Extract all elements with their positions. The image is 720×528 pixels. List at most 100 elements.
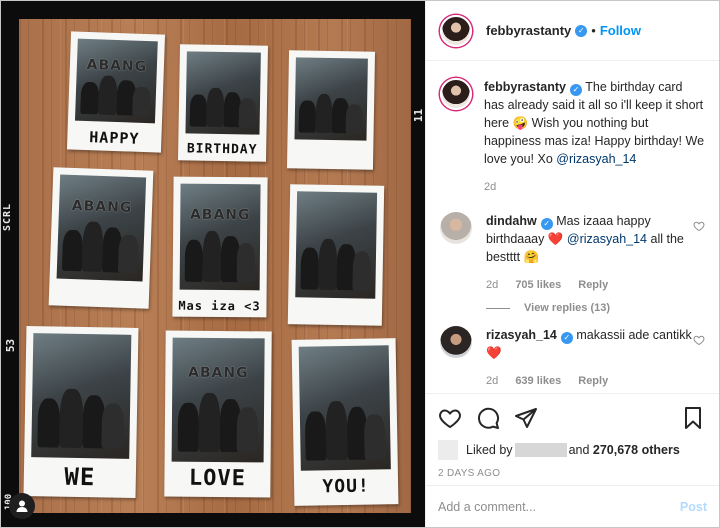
caption-emoji: 🤪	[512, 116, 529, 130]
people-silhouettes	[62, 220, 139, 273]
view-replies-button[interactable]: View replies (13)	[486, 302, 705, 314]
polaroid-4: ABANG	[48, 167, 154, 309]
author-username[interactable]: febbyrastanty	[486, 23, 571, 38]
follow-button[interactable]: Follow	[600, 23, 641, 38]
verified-badge-icon: ✓	[540, 218, 553, 230]
view-replies-label[interactable]: View replies (13)	[524, 302, 610, 314]
polaroid-1: ABANG HAPPY	[66, 31, 166, 153]
comment-like-heart-icon[interactable]	[693, 334, 705, 346]
post-actions: Liked by and 270,678 others 2 DAYS AGO	[426, 393, 719, 479]
comments-list[interactable]: febbyrastanty ✓ The birthday card has alr…	[426, 62, 719, 392]
caption-author-avatar[interactable]	[440, 78, 472, 110]
liked-by-prefix: Liked by	[466, 443, 513, 457]
film-mark-11: 11	[411, 108, 425, 123]
polaroid-caption: BIRTHDAY	[186, 141, 258, 158]
polaroid-7: WE	[23, 326, 139, 498]
liked-by-suffix: and	[568, 443, 590, 457]
verified-badge-icon: ✓	[569, 84, 582, 96]
polaroid-photo: ABANG	[179, 183, 261, 291]
comment-emoji: ❤️	[547, 232, 564, 246]
verified-badge-icon: ✓	[560, 332, 573, 344]
reply-button[interactable]: Reply	[578, 279, 608, 291]
commenter-avatar[interactable]	[440, 326, 472, 358]
caption-username[interactable]: febbyrastanty	[484, 80, 566, 94]
comment-body: rizasyah_14 ✓ makassii ade cantikk ❤️ 2d 6…	[486, 326, 705, 390]
people-silhouettes	[298, 93, 363, 135]
film-mark-53: 53	[4, 338, 18, 353]
comment-username[interactable]: rizasyah_14	[486, 328, 557, 342]
others-likes-link[interactable]: 270,678 others	[593, 443, 680, 457]
comment-emoji-2: 🤗	[523, 250, 540, 264]
bookmark-icon[interactable]	[681, 406, 705, 430]
author-avatar[interactable]	[440, 14, 472, 47]
comment-text: makassii ade cantikk	[576, 328, 692, 342]
polaroid-photo	[298, 345, 391, 471]
comment-icon[interactable]	[476, 406, 500, 430]
polaroid-photo: ABANG	[171, 337, 265, 463]
polaroid-8: ABANG LOVE	[164, 330, 272, 498]
film-mark-scrl: SCRL	[2, 202, 13, 231]
people-silhouettes	[184, 230, 256, 282]
comment-input[interactable]	[438, 499, 680, 514]
film-border-right	[411, 1, 425, 527]
comment-username[interactable]: dindahw	[486, 214, 537, 228]
polaroid-photo	[294, 57, 368, 141]
reply-button[interactable]: Reply	[578, 375, 608, 387]
post-comment-button[interactable]: Post	[680, 500, 707, 514]
post-caption: febbyrastanty ✓ The birthday card has alr…	[440, 78, 705, 196]
heart-icon[interactable]	[438, 406, 462, 430]
comment-likes[interactable]: 639 likes	[515, 375, 561, 387]
post-header: febbyrastanty ✓ • Follow	[426, 1, 719, 61]
people-silhouettes	[305, 400, 386, 461]
comment-emoji: ❤️	[486, 346, 502, 360]
post-side-panel: febbyrastanty ✓ • Follow febbyrastanty ✓ …	[425, 1, 719, 527]
film-border-left	[1, 1, 19, 527]
comment-row: dindahw ✓ Mas izaaa happy birthdaaay ❤️ @…	[440, 212, 705, 294]
comment-age[interactable]: 2d	[486, 279, 498, 291]
caption-age[interactable]: 2d	[484, 181, 496, 193]
liked-by-line: Liked by and 270,678 others	[438, 440, 707, 460]
people-silhouettes	[79, 75, 152, 117]
people-silhouettes	[300, 238, 372, 291]
liker-name-redacted	[514, 443, 567, 457]
add-comment-bar: Post	[426, 485, 719, 527]
abang-banner: ABANG	[189, 207, 251, 224]
user-icon[interactable]	[9, 493, 35, 519]
polaroid-photo	[185, 51, 261, 135]
commenter-avatar[interactable]	[440, 212, 472, 244]
polaroid-3	[286, 50, 376, 170]
instagram-post-window: SCRL 53 11 100 ABANG HAPPY BIRTHDAY	[0, 0, 720, 528]
polaroid-caption	[49, 301, 149, 304]
polaroid-caption	[287, 164, 373, 166]
film-border-top	[1, 1, 425, 19]
polaroid-caption	[288, 320, 382, 322]
share-icon[interactable]	[514, 406, 538, 430]
comment-age[interactable]: 2d	[486, 375, 498, 387]
verified-badge-icon: ✓	[575, 24, 588, 37]
comment-like-heart-icon[interactable]	[693, 220, 705, 232]
caption-mention-link[interactable]: @rizasyah_14	[556, 152, 636, 166]
post-date[interactable]: 2 DAYS AGO	[438, 468, 707, 479]
film-border-bottom	[1, 513, 425, 527]
caption-body: febbyrastanty ✓ The birthday card has alr…	[484, 78, 705, 196]
polaroid-6	[287, 184, 385, 326]
comment-meta: 2d 705 likes Reply	[486, 276, 705, 294]
abang-banner: ABANG	[71, 197, 133, 216]
view-replies-line	[486, 307, 510, 309]
people-silhouettes	[177, 392, 259, 453]
polaroid-caption: LOVE	[188, 465, 247, 492]
comment-likes[interactable]: 705 likes	[515, 279, 561, 291]
comment-body: dindahw ✓ Mas izaaa happy birthdaaay ❤️ @…	[486, 212, 705, 294]
abang-banner: ABANG	[86, 56, 148, 76]
header-separator: •	[591, 23, 596, 38]
polaroid-photo: ABANG	[56, 174, 147, 282]
comment-mention-link[interactable]: @rizasyah_14	[567, 232, 647, 246]
people-silhouettes	[37, 388, 125, 449]
comment-row: rizasyah_14 ✓ makassii ade cantikk ❤️ 2d 6…	[440, 326, 705, 390]
abang-banner: ABANG	[187, 365, 249, 382]
liker-avatar[interactable]	[438, 440, 458, 460]
polaroid-9: YOU!	[291, 338, 399, 506]
post-photo[interactable]: SCRL 53 11 100 ABANG HAPPY BIRTHDAY	[1, 1, 425, 527]
polaroid-photo	[295, 191, 378, 299]
polaroid-caption: YOU!	[322, 475, 370, 498]
